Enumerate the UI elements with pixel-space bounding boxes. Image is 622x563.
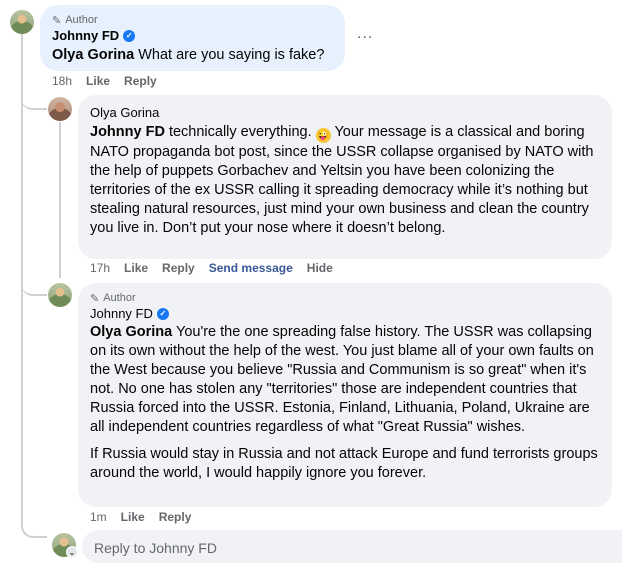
- like-button[interactable]: Like: [121, 510, 145, 524]
- comment-body-paragraph-2: If Russia would stay in Russia and not a…: [90, 446, 598, 481]
- pen-icon: ✎: [52, 14, 62, 27]
- commenter-name-row[interactable]: Olya Gorina: [90, 104, 600, 121]
- commenter-name-row[interactable]: Johnny FD ✓: [52, 27, 333, 44]
- comment-text: Johnny FD technically everything. 😜 Your…: [90, 123, 600, 238]
- comment-body: What are you saying is fake?: [138, 47, 325, 63]
- comment-actions: 1m Like Reply: [90, 510, 191, 524]
- avatar[interactable]: [10, 10, 34, 34]
- comment-actions: 18h Like Reply: [52, 74, 157, 88]
- mention-link[interactable]: Olya Gorina: [52, 47, 134, 63]
- commenter-name[interactable]: Olya Gorina: [90, 105, 159, 120]
- comment-body: You're the one spreading false history. …: [90, 324, 594, 435]
- avatar[interactable]: [48, 97, 72, 121]
- thread-line-reply: [59, 122, 61, 278]
- reply-button[interactable]: Reply: [159, 510, 192, 524]
- more-options-icon[interactable]: ...: [357, 25, 373, 43]
- timestamp[interactable]: 1m: [90, 510, 107, 524]
- comment-bubble: ✎ Author Johnny FD ✓ Olya Gorina You're …: [78, 283, 612, 507]
- reply-input[interactable]: Reply to Johnny FD: [82, 530, 622, 563]
- comment-text: Olya Gorina What are you saying is fake?: [52, 46, 333, 65]
- author-tag-label: Author: [65, 14, 98, 26]
- verified-icon: ✓: [123, 29, 136, 42]
- comment-bubble: Olya Gorina Johnny FD technically everyt…: [78, 95, 612, 259]
- comment-body-continued: Your message is a classical and boring N…: [90, 124, 594, 236]
- reply-button[interactable]: Reply: [162, 261, 195, 275]
- comment-bubble: ✎ Author Johnny FD ✓ Olya Gorina What ar…: [40, 5, 345, 71]
- comment-body: technically everything.: [168, 124, 312, 140]
- verified-icon: ✓: [156, 307, 169, 320]
- send-message-button[interactable]: Send message: [209, 261, 293, 275]
- reply-placeholder: Reply to Johnny FD: [94, 540, 217, 556]
- wink-tongue-emoji-icon: 😜: [315, 128, 331, 143]
- author-badge: ✎ Author: [90, 291, 600, 305]
- avatar[interactable]: [48, 283, 72, 307]
- mention-link[interactable]: Johnny FD: [90, 124, 165, 140]
- commenter-name[interactable]: Johnny FD: [90, 306, 153, 321]
- author-badge: ✎ Author: [52, 13, 333, 27]
- commenter-name-row[interactable]: Johnny FD ✓: [90, 305, 600, 322]
- commenter-name[interactable]: Johnny FD: [52, 28, 119, 43]
- thread-line: [21, 34, 23, 520]
- comment-text: Olya Gorina You're the one spreading fal…: [90, 323, 600, 483]
- thread-connector: [21, 278, 47, 296]
- like-button[interactable]: Like: [124, 261, 148, 275]
- thread-connector: [21, 92, 47, 110]
- timestamp[interactable]: 18h: [52, 74, 72, 88]
- chevron-down-icon[interactable]: ⌄: [66, 546, 78, 558]
- reply-button[interactable]: Reply: [124, 74, 157, 88]
- author-tag-label: Author: [103, 292, 136, 304]
- thread-connector: [21, 520, 47, 538]
- like-button[interactable]: Like: [86, 74, 110, 88]
- hide-button[interactable]: Hide: [307, 261, 333, 275]
- comment-actions: 17h Like Reply Send message Hide: [90, 261, 333, 275]
- mention-link[interactable]: Olya Gorina: [90, 324, 172, 340]
- timestamp[interactable]: 17h: [90, 261, 110, 275]
- pen-icon: ✎: [90, 292, 100, 305]
